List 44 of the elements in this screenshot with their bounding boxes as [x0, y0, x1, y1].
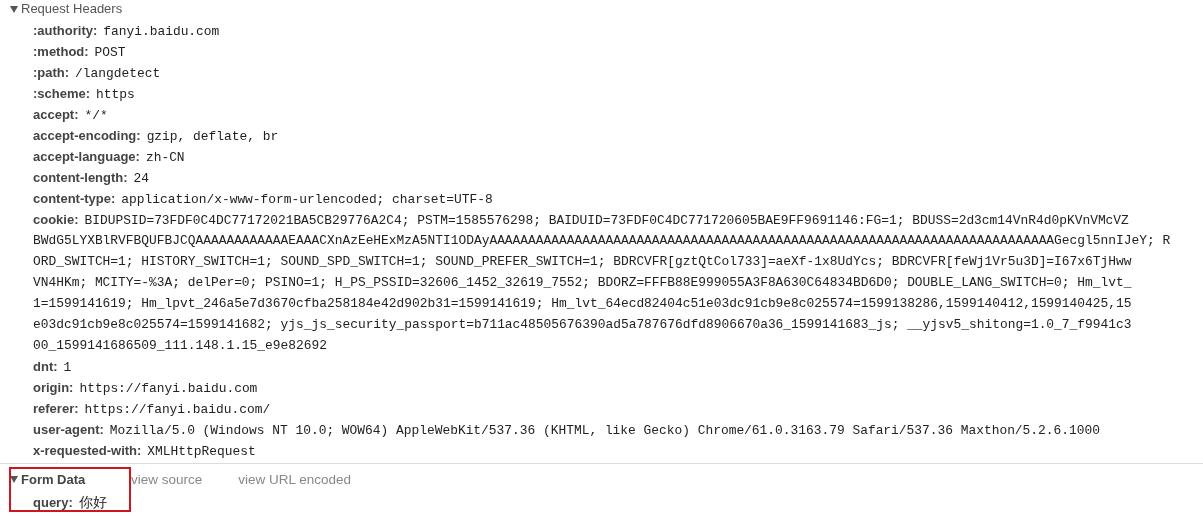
header-name: :scheme: — [33, 85, 91, 103]
header-name: referer: — [33, 400, 79, 418]
header-value-line: e03dc91cb9e8c025574=1599141682; yjs_js_security_passport=b711ac48505676390ad5a787676dfd8906670a36_1599141683_js; __yjsv5_shitong=1.0_7_f9941c3 — [33, 316, 1132, 334]
header-value: https://fanyi.baidu.com — [79, 380, 258, 398]
header-name: user-agent: — [33, 421, 104, 439]
header-value: Mozilla/5.0 (Windows NT 10.0; WOW64) AppleWebKit/537.36 (KHTML, like Gecko) Chrome/61.0.3163.79 Safari/537.36 Maxthon/5.2.6.1000 — [109, 422, 1100, 440]
header-name: :authority: — [33, 22, 98, 40]
header-value: https://fanyi.baidu.com/ — [84, 401, 271, 419]
header-name: cookie: — [33, 211, 79, 229]
header-value: zh-CN — [145, 149, 185, 167]
view-link[interactable]: view source — [131, 471, 203, 487]
section-title[interactable]: Form Data — [21, 471, 131, 487]
header-name: x-requested-with: — [33, 442, 142, 460]
header-name: dnt: — [33, 358, 58, 376]
header-value: XMLHttpRequest — [147, 443, 256, 461]
header-name: content-length: — [33, 169, 128, 187]
header-value: POST — [94, 44, 126, 62]
header-name: :method: — [33, 43, 89, 61]
expand-triangle-icon[interactable] — [10, 475, 18, 483]
header-name: accept-encoding: — [33, 127, 141, 145]
section-title[interactable]: Request Headers — [21, 1, 123, 16]
header-name: content-type: — [33, 190, 116, 208]
header-value-line: ORD_SWITCH=1; HISTORY_SWITCH=1; SOUND_SPD_SWITCH=1; SOUND_PREFER_SWITCH=1; BDRCVFR[gztQtCol733]=aeXf-1x8UdYcs; BDRCVFR[feWj1Vr5u3D]=I67x6TjHww — [33, 253, 1132, 271]
header-value: fanyi.baidu.com — [103, 23, 220, 41]
header-value-line: 1=1599141619; Hm_lpvt_246a5e7d3670cfba258184e42d902b31=1599141619; Hm_lvt_64ecd82404c51e03dc91cb9e8c025574=1599138286,1599140412,1599140425,15 — [33, 295, 1132, 313]
header-value: /langdetect — [75, 65, 161, 83]
header-value-line: 00_1599141686509_111.148.1.15_e9e82692 — [33, 337, 327, 355]
field-name: query: — [33, 494, 73, 512]
view-link[interactable]: view URL encoded — [238, 471, 352, 487]
header-value-line: BWdG5LYXBlRVFBQUFBJCQAAAAAAAAAAAAEAAACXnAzEeHExMzA5NTI1ODAyAAAAAAAAAAAAAAAAAAAAAAAAAAAAAAAAAAAAAAAAAAAAAAAAAAAAAAAAAAAAAAAAAAAAAAAAAGecgl5nnIJeY; R — [33, 232, 1171, 250]
header-value: 24 — [133, 170, 150, 188]
field-value: 你好 — [78, 493, 107, 512]
header-value: application/x-www-form-urlencoded; charset=UTF-8 — [121, 191, 493, 209]
header-value-line: VN4HKm; MCITY=-%3A; delPer=0; PSINO=1; H_PS_PSSID=32606_1452_32619_7552; BDORZ=FFFB88E999055A3F8A630C64834BD6D0; DOUBLE_LANG_SWITCH=0; Hm_lvt_ — [33, 274, 1132, 292]
header-value: https — [96, 86, 135, 104]
header-name: origin: — [33, 379, 74, 397]
header-name: accept: — [33, 106, 79, 124]
header-value: */* — [84, 107, 108, 125]
header-name: accept-language: — [33, 148, 140, 166]
header-value: 1 — [63, 359, 72, 377]
expand-triangle-icon[interactable] — [10, 4, 18, 13]
header-value: BIDUPSID=73FDF0C4DC77172021BA5CB29776A2C4; PSTM=1585576298; BAIDUID=73FDF0C4DC771720605BAE9FF9691146:FG=1; BDUSS=2d3cm14VnR4d0pKVnVMcVZ — [84, 212, 1129, 230]
header-value: gzip, deflate, br — [146, 128, 279, 146]
header-name: :path: — [33, 64, 70, 82]
